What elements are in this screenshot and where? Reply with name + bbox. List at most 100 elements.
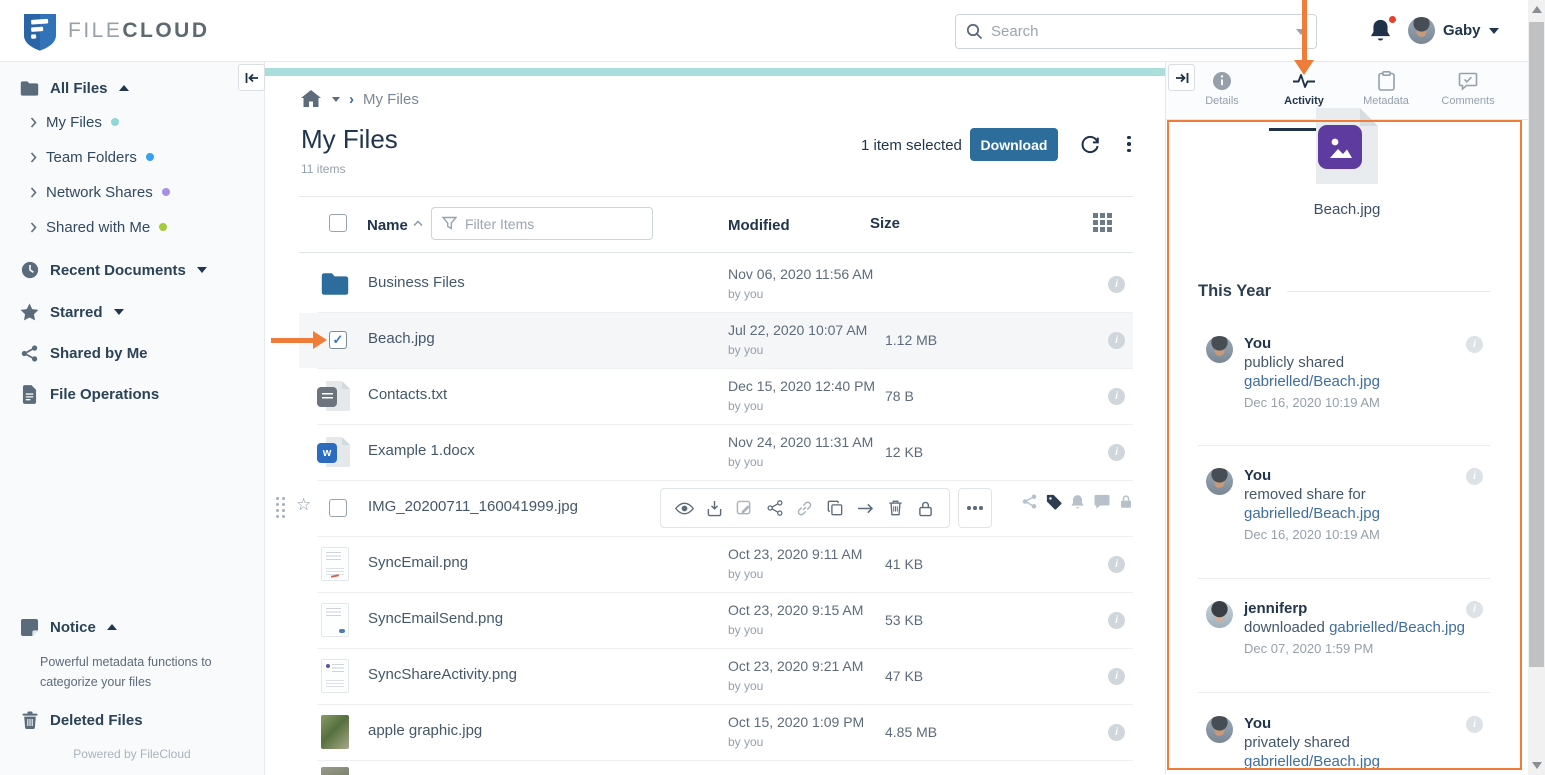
sort-ascending-icon[interactable]	[413, 220, 423, 227]
drag-handle[interactable]	[276, 497, 286, 519]
activity-info-button[interactable]: i	[1466, 336, 1483, 353]
scrollbar-thumb[interactable]	[1529, 22, 1544, 667]
file-name[interactable]: IMG_20200711_160041999.jpg	[368, 498, 578, 515]
select-all-checkbox[interactable]	[329, 214, 347, 232]
folder-icon	[320, 272, 350, 296]
row-checkbox[interactable]	[329, 499, 347, 517]
activity-pulse-icon	[1263, 70, 1345, 92]
row-info-button[interactable]: i	[1108, 332, 1125, 349]
file-name[interactable]: SyncEmailSend.png	[368, 610, 503, 627]
file-name[interactable]: SyncShareActivity.png	[368, 666, 517, 683]
page-scrollbar[interactable]	[1528, 0, 1545, 775]
column-header-name[interactable]: Name	[367, 217, 408, 234]
table-row-contacts[interactable]: Contacts.txt Dec 15, 2020 12:40 PMby you…	[265, 368, 1165, 424]
row-info-button[interactable]: i	[1108, 276, 1125, 293]
activity-info-button[interactable]: i	[1466, 468, 1483, 485]
shared-status-icon	[1021, 493, 1038, 510]
search-scope-caret-icon[interactable]	[1296, 29, 1306, 35]
move-arrow-icon[interactable]	[856, 499, 875, 518]
scrollbar-up-arrow-icon[interactable]	[1532, 6, 1542, 13]
more-options-button[interactable]	[1120, 134, 1138, 154]
sidebar-item-network-shares[interactable]: Network Shares	[30, 181, 170, 203]
activity-info-button[interactable]: i	[1466, 716, 1483, 733]
sidebar-item-all-files[interactable]: All Files	[20, 76, 129, 100]
column-header-modified[interactable]: Modified	[728, 217, 790, 234]
notifications-button[interactable]	[1369, 18, 1395, 44]
table-row-partial[interactable]	[265, 760, 1165, 775]
row-info-button[interactable]: i	[1108, 612, 1125, 629]
file-name[interactable]: Contacts.txt	[368, 386, 447, 403]
divider	[1198, 692, 1490, 693]
refresh-button[interactable]	[1079, 133, 1101, 155]
sidebar-item-team-folders[interactable]: Team Folders	[30, 146, 154, 168]
file-name[interactable]: Beach.jpg	[368, 330, 435, 347]
row-info-button[interactable]: i	[1108, 668, 1125, 685]
sidebar-item-shared-by-me[interactable]: Shared by Me	[20, 341, 148, 365]
preview-eye-icon[interactable]	[675, 499, 694, 518]
sidebar-item-deleted-files[interactable]: Deleted Files	[20, 708, 143, 732]
collapse-caret-icon	[119, 85, 129, 91]
row-info-button[interactable]: i	[1108, 724, 1125, 741]
sidebar-item-file-operations[interactable]: File Operations	[20, 382, 159, 406]
filecloud-logo[interactable]: FILECLOUD	[22, 11, 210, 51]
details-panel: Details Activity Metadata Comments Beach…	[1165, 62, 1528, 775]
row-more-button[interactable]	[958, 488, 992, 528]
breadcrumb-caret-icon[interactable]	[332, 97, 340, 102]
download-button[interactable]: Download	[970, 128, 1058, 161]
activity-info-button[interactable]: i	[1466, 601, 1483, 618]
activity-file-link[interactable]: gabrielled/Beach.jpg	[1244, 752, 1498, 771]
row-checkbox-checked[interactable]: ✓	[329, 331, 347, 349]
row-info-button[interactable]: i	[1108, 388, 1125, 405]
home-icon[interactable]	[301, 90, 321, 108]
sidebar-item-starred[interactable]: Starred	[20, 300, 124, 324]
copy-link-icon[interactable]	[795, 499, 814, 518]
file-name[interactable]: Business Files	[368, 274, 465, 291]
table-row-business-files[interactable]: Business Files Nov 06, 2020 11:56 AMby y…	[265, 256, 1165, 312]
grid-view-toggle[interactable]	[1093, 213, 1112, 232]
scrollbar-down-arrow-icon[interactable]	[1532, 762, 1542, 769]
table-row-syncemailsend[interactable]: SyncEmailSend.png Oct 23, 2020 9:15 AMby…	[265, 592, 1165, 648]
file-name[interactable]: SyncEmail.png	[368, 554, 468, 571]
modified-cell: Oct 23, 2020 9:15 AMby you	[728, 602, 863, 637]
info-icon: i	[1108, 388, 1125, 405]
search-bar[interactable]	[955, 14, 1317, 49]
tab-comments[interactable]: Comments	[1427, 70, 1509, 120]
activity-file-link[interactable]: gabrielled/Beach.jpg	[1329, 619, 1465, 636]
table-row-beach-selected[interactable]: ✓ Beach.jpg Jul 22, 2020 10:07 AMby you …	[265, 312, 1165, 368]
sidebar-item-shared-with-me[interactable]: Shared with Me	[30, 216, 167, 238]
user-menu[interactable]: Gaby	[1408, 17, 1499, 44]
copy-icon[interactable]	[826, 499, 845, 518]
user-name: Gaby	[1443, 22, 1481, 39]
collapse-panel-button[interactable]	[1168, 64, 1195, 91]
delete-trash-icon[interactable]	[886, 499, 905, 518]
modified-cell: Oct 23, 2020 9:21 AMby you	[728, 658, 863, 693]
row-info-button[interactable]: i	[1108, 556, 1125, 573]
row-info-button[interactable]: i	[1108, 444, 1125, 461]
filter-items-input[interactable]	[465, 216, 646, 232]
activity-file-link[interactable]: gabrielled/Beach.jpg	[1244, 372, 1498, 391]
breadcrumb-current[interactable]: My Files	[363, 91, 419, 108]
refresh-icon	[1079, 133, 1101, 155]
sidebar-item-notice[interactable]: Notice	[20, 615, 117, 639]
activity-user: You	[1244, 334, 1498, 353]
table-row-apple-graphic[interactable]: apple graphic.jpg Oct 15, 2020 1:09 PMby…	[265, 704, 1165, 760]
activity-file-link[interactable]: gabrielled/Beach.jpg	[1244, 504, 1498, 523]
lock-icon[interactable]	[916, 499, 935, 518]
star-toggle[interactable]: ☆	[296, 496, 311, 513]
sidebar-item-recent-documents[interactable]: Recent Documents	[20, 258, 207, 282]
file-name[interactable]: apple graphic.jpg	[368, 722, 482, 739]
table-row-example-docx[interactable]: w Example 1.docx Nov 24, 2020 11:31 AMby…	[265, 424, 1165, 480]
photo-thumbnail	[321, 715, 349, 749]
table-row-syncshareactivity[interactable]: SyncShareActivity.png Oct 23, 2020 9:21 …	[265, 648, 1165, 704]
table-row-syncemail[interactable]: SyncEmail.png Oct 23, 2020 9:11 AMby you…	[265, 536, 1165, 592]
table-row-img-hover[interactable]: ☆ IMG_20200711_160041999.jpg	[265, 480, 1165, 536]
file-name[interactable]: Example 1.docx	[368, 442, 475, 459]
sidebar-item-my-files[interactable]: My Files	[30, 111, 119, 133]
star-icon	[20, 303, 39, 322]
column-header-size[interactable]: Size	[870, 215, 900, 232]
collapse-sidebar-button[interactable]	[238, 64, 265, 91]
edit-icon[interactable]	[735, 499, 754, 518]
search-input[interactable]	[991, 23, 1290, 40]
download-icon[interactable]	[705, 499, 724, 518]
share-icon[interactable]	[765, 499, 784, 518]
